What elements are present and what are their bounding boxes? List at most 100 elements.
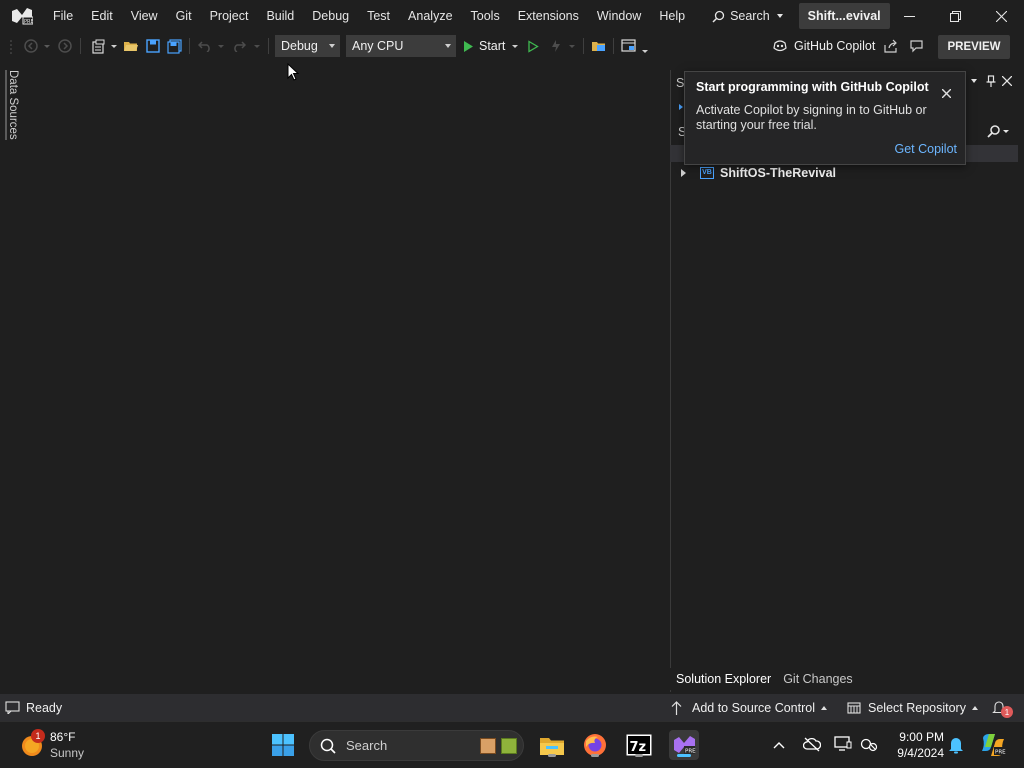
chevron-down-icon: [111, 44, 117, 48]
menu-test[interactable]: Test: [358, 0, 399, 32]
new-project-dropdown-button[interactable]: [109, 36, 119, 56]
weather-description: Sunny: [50, 746, 85, 760]
search-label: Search: [730, 9, 770, 23]
menu-build[interactable]: Build: [257, 0, 303, 32]
close-pane-button[interactable]: [1000, 74, 1014, 88]
layout-icon: [621, 39, 636, 52]
project-name: ShiftOS-TheRevival: [720, 165, 836, 180]
7zip-icon: 7z: [626, 734, 652, 756]
undo-button[interactable]: [196, 36, 214, 56]
feature-search-button[interactable]: Search: [704, 0, 791, 32]
menu-project[interactable]: Project: [201, 0, 258, 32]
toolbar-overflow-button[interactable]: [640, 41, 650, 61]
clock-date: 9/4/2024: [897, 746, 944, 760]
tab-git-changes[interactable]: Git Changes: [777, 668, 858, 690]
pin-icon: [986, 75, 996, 87]
navigate-forward-button[interactable]: [56, 36, 74, 56]
chevron-up-icon: [971, 705, 978, 710]
folder-open-icon: [124, 42, 138, 51]
restore-icon: [949, 10, 961, 22]
play-outline-icon: [528, 39, 539, 53]
configuration-value: Debug: [281, 39, 318, 53]
mouse-cursor-icon: [287, 62, 300, 85]
close-icon: [995, 10, 1007, 22]
search-highlight-icon-2: [501, 738, 517, 754]
7zip-taskbar-button[interactable]: 7z: [624, 730, 654, 760]
clock-tray[interactable]: 9:00 PM 9/4/2024: [886, 729, 944, 763]
start-without-debugging-button[interactable]: [524, 36, 542, 56]
menu-help[interactable]: Help: [650, 0, 694, 32]
search-icon: [712, 10, 725, 23]
left-tool-strip: Data Sources: [0, 62, 24, 694]
start-menu-button[interactable]: [268, 730, 298, 760]
weather-widget[interactable]: 1 86°F Sunny: [18, 729, 128, 763]
folder-icon: [540, 738, 564, 755]
menu-view[interactable]: View: [122, 0, 167, 32]
save-all-button[interactable]: [165, 36, 185, 56]
undo-icon: [198, 41, 210, 52]
notifications-button[interactable]: 1: [992, 694, 1013, 721]
menu-extensions[interactable]: Extensions: [509, 0, 588, 32]
save-button[interactable]: [143, 36, 163, 56]
layout-button[interactable]: [619, 36, 639, 56]
file-explorer-taskbar-button[interactable]: [537, 730, 567, 760]
data-sources-tab[interactable]: Data Sources: [5, 70, 19, 140]
show-hidden-icons-button[interactable]: [772, 738, 786, 752]
taskbar-search-box[interactable]: Search: [309, 730, 524, 761]
github-copilot-button[interactable]: GitHub Copilot: [772, 36, 878, 56]
open-file-button[interactable]: [121, 36, 141, 56]
popup-close-button[interactable]: [941, 86, 952, 101]
expand-arrow-icon[interactable]: [681, 168, 686, 177]
minimize-button[interactable]: [886, 0, 932, 32]
chevron-down-icon: [776, 14, 783, 18]
start-debugging-button[interactable]: Start: [462, 36, 510, 56]
restore-button[interactable]: [932, 0, 978, 32]
get-copilot-link[interactable]: Get Copilot: [894, 142, 957, 156]
menu-window[interactable]: Window: [588, 0, 650, 32]
search-options-button[interactable]: [987, 124, 1015, 138]
status-bar: Ready Add to Source Control Select Repos…: [0, 694, 1024, 721]
back-dropdown-button[interactable]: [42, 36, 52, 56]
redo-dropdown-button[interactable]: [252, 36, 262, 56]
solution-configuration-select[interactable]: Debug: [275, 35, 340, 57]
hot-reload-button[interactable]: [546, 36, 566, 56]
weather-alert-badge: 1: [31, 729, 45, 743]
menu-tools[interactable]: Tools: [462, 0, 509, 32]
notification-center-button[interactable]: [948, 736, 966, 754]
solution-platform-select[interactable]: Any CPU: [346, 35, 456, 57]
preview-badge-button[interactable]: PREVIEW: [938, 35, 1010, 59]
pane-options-button[interactable]: [967, 74, 981, 88]
share-button[interactable]: [882, 36, 900, 56]
navigate-back-button[interactable]: [22, 36, 40, 56]
save-icon: [146, 39, 160, 53]
copilot-taskbar-button[interactable]: PRE: [980, 733, 1006, 757]
visual-studio-logo-icon: PRE: [0, 0, 44, 32]
redo-button[interactable]: [230, 36, 248, 56]
select-repository-button[interactable]: Select Repository: [847, 694, 978, 721]
add-to-source-control-button[interactable]: Add to Source Control: [671, 694, 827, 721]
feedback-button[interactable]: [907, 36, 925, 56]
solution-name-badge[interactable]: Shift...evival: [798, 3, 890, 29]
visual-studio-taskbar-button[interactable]: PRE: [669, 730, 699, 760]
new-project-button[interactable]: [88, 36, 108, 56]
menu-file[interactable]: File: [44, 0, 82, 32]
repository-label: Select Repository: [868, 700, 966, 715]
menu-git[interactable]: Git: [167, 0, 201, 32]
hot-reload-dropdown-button[interactable]: [567, 36, 577, 56]
notification-count-badge: 1: [1001, 706, 1013, 718]
onedrive-tray-icon[interactable]: [802, 736, 822, 754]
tab-solution-explorer[interactable]: Solution Explorer: [670, 668, 778, 690]
start-dropdown-button[interactable]: [510, 36, 520, 56]
pin-pane-button[interactable]: [984, 74, 998, 88]
close-window-button[interactable]: [978, 0, 1024, 32]
editor-area[interactable]: [24, 62, 670, 694]
firefox-taskbar-button[interactable]: [580, 730, 610, 760]
display-tray-icon[interactable]: [834, 736, 852, 754]
network-tray-icon[interactable]: [860, 736, 878, 754]
menu-edit[interactable]: Edit: [82, 0, 122, 32]
undo-dropdown-button[interactable]: [216, 36, 226, 56]
menu-debug[interactable]: Debug: [303, 0, 358, 32]
solution-tree-item[interactable]: VB ShiftOS-TheRevival: [670, 162, 1018, 183]
browse-folder-button[interactable]: [589, 36, 609, 56]
menu-analyze[interactable]: Analyze: [399, 0, 461, 32]
